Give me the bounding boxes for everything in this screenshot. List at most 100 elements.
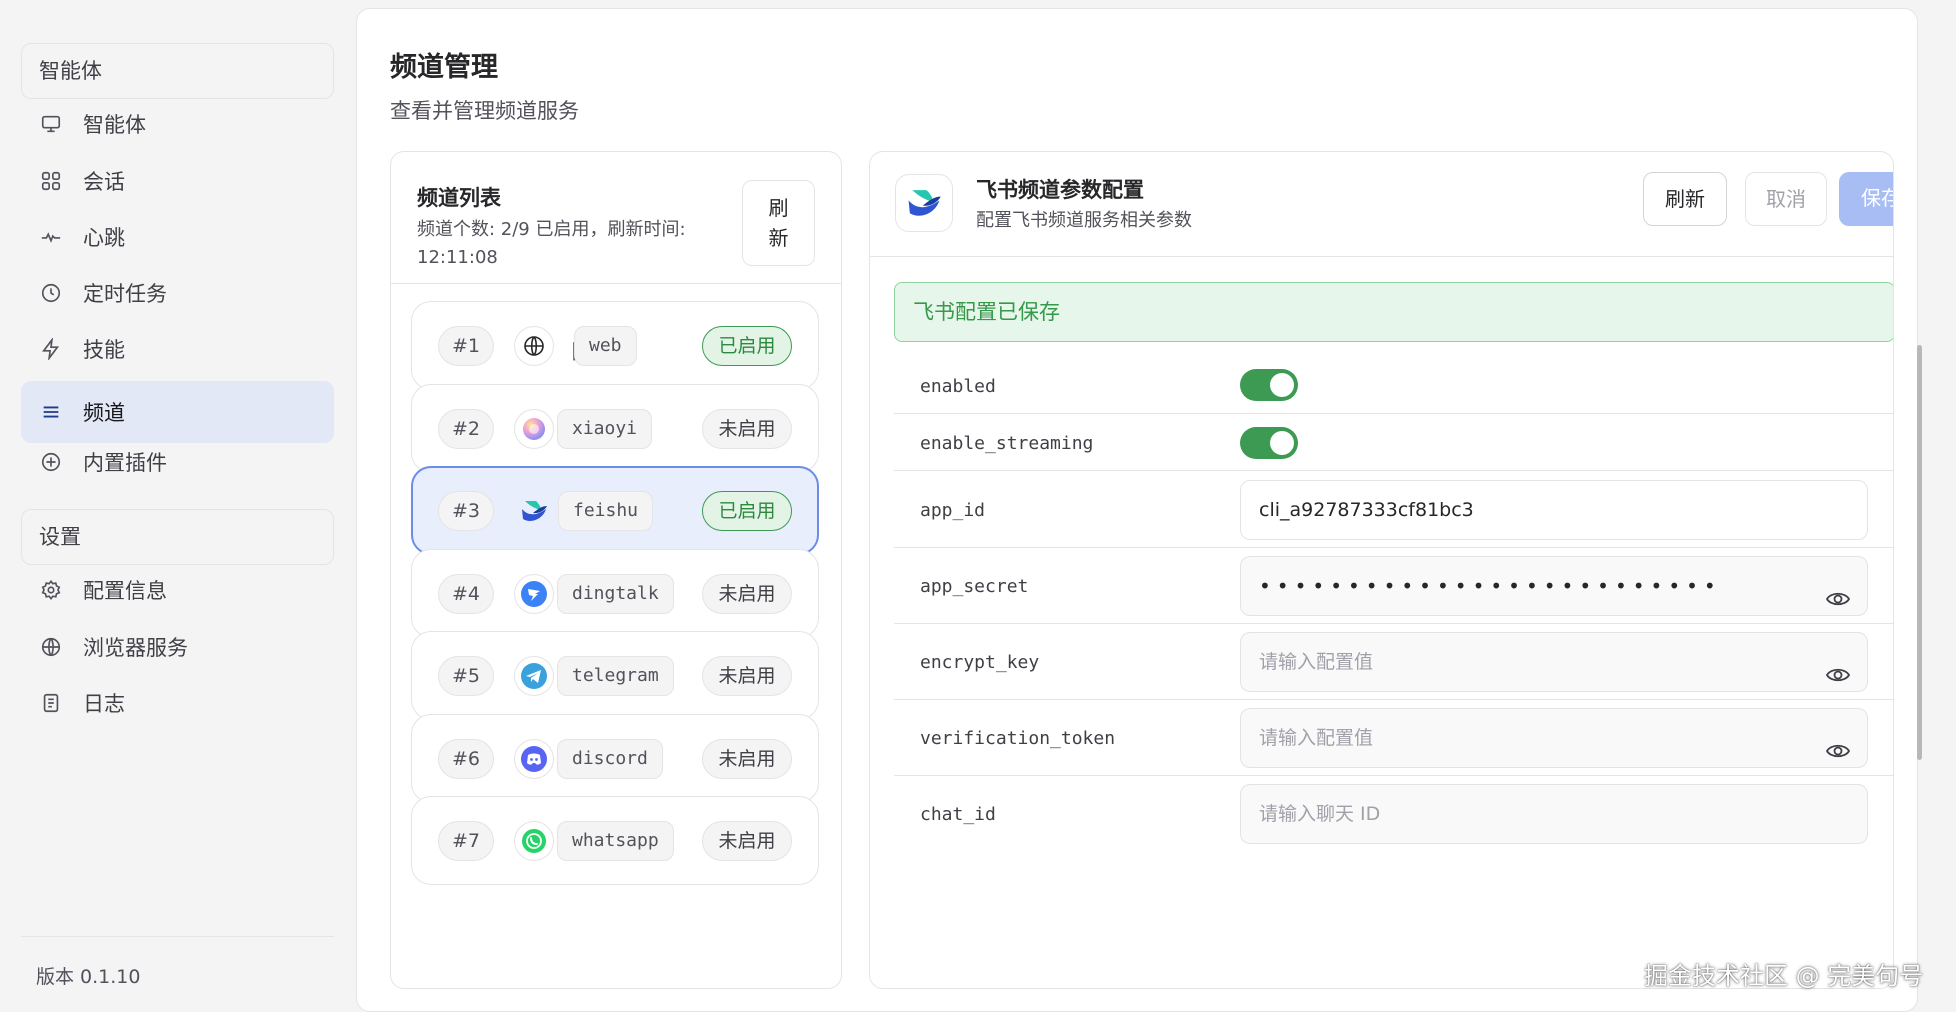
status-badge: 已启用 xyxy=(702,491,792,531)
channel-number: #1 xyxy=(438,326,494,366)
channel-key: discord xyxy=(557,739,663,779)
sidebar-group-settings: 设置 xyxy=(21,509,334,565)
xiaoyi-icon xyxy=(514,409,554,449)
sidebar-item-logs[interactable]: 日志 xyxy=(21,672,334,734)
enable-streaming-toggle[interactable] xyxy=(1240,427,1298,459)
field-encrypt-key: encrypt_key 请输入配置值 xyxy=(894,624,1893,700)
field-app-id: app_id cli_a92787333cf81bc3 xyxy=(894,472,1893,548)
version-label: 版本 0.1.10 xyxy=(36,966,141,988)
channel-number: #6 xyxy=(438,739,494,779)
field-label: verification_token xyxy=(920,728,1116,749)
list-icon xyxy=(39,400,63,424)
field-label: app_id xyxy=(920,500,986,521)
sidebar-item-config-info[interactable]: 配置信息 xyxy=(21,559,334,621)
sidebar-item-label: 技能 xyxy=(83,338,125,362)
field-label: encrypt_key xyxy=(920,652,1040,673)
config-subtitle: 配置飞书频道服务相关参数 xyxy=(976,210,1192,231)
field-label: enable_streaming xyxy=(920,433,1094,454)
channel-number: #5 xyxy=(438,656,494,696)
channel-key: feishu xyxy=(558,491,654,531)
status-badge: 未启用 xyxy=(702,409,792,449)
sidebar-item-agents[interactable]: 智能体 xyxy=(21,93,334,155)
channel-row-xiaoyi[interactable]: #2 xiaoyi 未启用 xyxy=(411,384,819,473)
channel-row-whatsapp[interactable]: #7 whatsapp 未启用 xyxy=(411,796,819,885)
channel-key: xiaoyi xyxy=(557,409,653,449)
field-label: chat_id xyxy=(920,804,996,825)
field-chat-id: chat_id 请输入聊天 ID xyxy=(894,776,1893,852)
sidebar-item-label: 频道 xyxy=(83,401,125,425)
clock-icon xyxy=(39,281,63,305)
status-badge: 未启用 xyxy=(702,574,792,614)
field-label: enabled xyxy=(920,376,996,397)
status-badge: 未启用 xyxy=(702,739,792,779)
input-placeholder: 请输入配置值 xyxy=(1259,727,1374,749)
config-form[interactable]: 飞书配置已保存 enabled enable_streaming app_id … xyxy=(870,258,1893,988)
eye-icon[interactable] xyxy=(1825,575,1851,606)
config-scrollbar[interactable] xyxy=(1917,345,1922,760)
channel-list-meta: 频道个数: 2/9 已启用，刷新时间: 12:11:08 xyxy=(417,219,686,268)
config-header: 飞书频道参数配置 配置飞书频道服务相关参数 刷新 取消 保存 xyxy=(870,152,1893,257)
sidebar: 智能体 智能体 会话 心跳 定时任务 技能 频道 内置插件 设置 配置信息 浏览… xyxy=(0,0,356,1012)
success-alert: 飞书配置已保存 xyxy=(894,282,1893,342)
channel-row-feishu[interactable]: #3 feishu 已启用 xyxy=(411,466,819,555)
channel-key: dingtalk xyxy=(557,574,674,614)
app-root: 智能体 智能体 会话 心跳 定时任务 技能 频道 内置插件 设置 配置信息 浏览… xyxy=(0,0,1956,1012)
status-badge: 已启用 xyxy=(702,326,792,366)
channel-list-header: 频道列表 频道个数: 2/9 已启用，刷新时间: 12:11:08 刷 新 xyxy=(391,152,841,284)
app-id-input[interactable]: cli_a92787333cf81bc3 xyxy=(1240,480,1868,540)
field-verification-token: verification_token 请输入配置值 xyxy=(894,700,1893,776)
field-enabled: enabled xyxy=(894,358,1893,414)
sidebar-item-label: 配置信息 xyxy=(83,579,167,603)
sidebar-item-heartbeat[interactable]: 心跳 xyxy=(21,206,334,268)
sidebar-item-label: 定时任务 xyxy=(83,282,167,306)
discord-icon xyxy=(514,739,554,779)
channel-row-discord[interactable]: #6 discord 未启用 xyxy=(411,714,819,803)
channel-row-web[interactable]: #1 网 web 已启用 xyxy=(411,301,819,390)
cancel-button[interactable]: 取消 xyxy=(1745,172,1827,226)
sidebar-item-scheduled-tasks[interactable]: 定时任务 xyxy=(21,262,334,324)
encrypt-key-input[interactable]: 请输入配置值 xyxy=(1240,632,1868,692)
heartbeat-icon xyxy=(39,225,63,249)
channel-key: web xyxy=(574,326,637,366)
telegram-icon xyxy=(514,656,554,696)
sidebar-group-agents: 智能体 xyxy=(21,43,334,99)
channel-row-telegram[interactable]: #5 telegram 未启用 xyxy=(411,631,819,720)
sidebar-item-browser-service[interactable]: 浏览器服务 xyxy=(21,616,334,678)
app-secret-input[interactable]: •••••••••••••••••••••••••• xyxy=(1240,556,1868,616)
masked-value: •••••••••••••••••••••••••• xyxy=(1259,574,1722,598)
sidebar-item-sessions[interactable]: 会话 xyxy=(21,150,334,212)
monitor-icon xyxy=(39,112,63,136)
refresh-button[interactable]: 刷新 xyxy=(1643,172,1727,226)
gear-icon xyxy=(39,578,63,602)
feishu-icon xyxy=(895,174,953,232)
sidebar-item-label: 会话 xyxy=(83,170,125,194)
verification-token-input[interactable]: 请输入配置值 xyxy=(1240,708,1868,768)
sidebar-item-label: 日志 xyxy=(83,692,125,716)
field-label: app_secret xyxy=(920,576,1029,597)
dingtalk-icon xyxy=(514,574,554,614)
channel-number: #2 xyxy=(438,409,494,449)
enabled-toggle[interactable] xyxy=(1240,369,1298,401)
channel-list-body[interactable]: #1 网 web 已启用 #2 xiaoyi 未启用 #3 feishu 已启 xyxy=(391,285,841,988)
channel-row-dingtalk[interactable]: #4 dingtalk 未启用 xyxy=(411,549,819,638)
document-icon xyxy=(39,691,63,715)
channel-list-refresh-button[interactable]: 刷 新 xyxy=(742,180,815,266)
eye-icon[interactable] xyxy=(1825,651,1851,682)
save-button[interactable]: 保存 xyxy=(1839,172,1893,226)
config-title: 飞书频道参数配置 xyxy=(976,178,1144,202)
page-title: 频道管理 xyxy=(390,52,498,83)
main-panel: 频道管理 查看并管理频道服务 频道列表 频道个数: 2/9 已启用，刷新时间: … xyxy=(356,8,1918,1012)
sidebar-item-label: 内置插件 xyxy=(83,451,167,475)
chat-icon xyxy=(39,169,63,193)
sidebar-item-label: 心跳 xyxy=(83,226,125,250)
eye-icon[interactable] xyxy=(1825,727,1851,758)
input-placeholder: 请输入配置值 xyxy=(1259,651,1374,673)
sidebar-item-builtin-plugins[interactable]: 内置插件 xyxy=(21,431,334,493)
status-badge: 未启用 xyxy=(702,821,792,861)
plus-circle-icon xyxy=(39,450,63,474)
chat-id-input[interactable]: 请输入聊天 ID xyxy=(1240,784,1868,844)
watermark: 掘金技术社区 @ 完美句号 xyxy=(1644,962,1924,990)
input-placeholder: 请输入聊天 ID xyxy=(1259,803,1381,825)
channel-key: telegram xyxy=(557,656,674,696)
sidebar-item-skills[interactable]: 技能 xyxy=(21,318,334,380)
